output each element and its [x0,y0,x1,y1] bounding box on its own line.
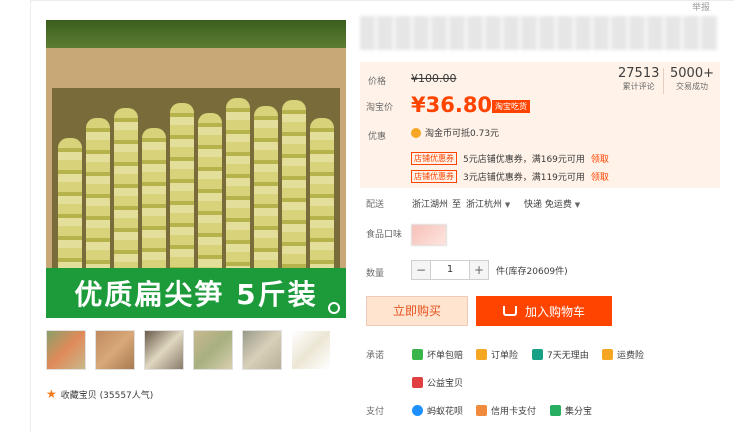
bamboo-shoot [86,118,110,288]
main-product-image[interactable]: 优质扁尖笋 5斤装 [46,20,346,318]
star-icon: ★ [46,387,57,401]
bamboo-shoot [198,113,222,288]
chevron-down-icon: ▼ [504,201,511,209]
bamboo-shoot [58,138,82,288]
jifenbao-icon [550,405,561,416]
bamboo-shoot [226,98,250,288]
thumbnail[interactable] [193,330,233,370]
thumbnail[interactable] [95,330,135,370]
shipping-insurance-icon [602,349,613,360]
shield-icon [412,349,423,360]
stat-divider [663,68,664,94]
banner-text: 优质扁尖笋 5斤装 [74,278,318,311]
coin-icon [411,127,421,138]
price-tag-badge: 淘宝吃货 [492,100,530,113]
chevron-down-icon: ▼ [574,201,581,209]
quantity-stepper: − 1 + [411,260,489,280]
cart-icon [502,306,517,316]
thumbnail[interactable] [144,330,184,370]
report-link[interactable]: 举报 [692,0,710,13]
delivery-destination[interactable]: 浙江杭州 ▼ [466,197,510,210]
zoom-icon[interactable] [328,302,340,314]
taobao-price-label: 淘宝价 [366,103,394,113]
reviews-count: 27513 [618,66,660,81]
favorite-label: 收藏宝贝 (35557人气) [60,390,154,401]
product-banner: 优质扁尖笋 5斤装 [46,268,346,318]
coupon-row: 店铺优惠券 3元店铺优惠券，满119元可用 领取 [411,170,609,183]
claim-coupon-link[interactable]: 领取 [591,152,609,165]
reviews-label: 累计评论 [622,82,655,91]
promise-item[interactable]: 公益宝贝 [412,376,463,389]
order-insurance-icon [476,349,487,360]
promise-label: 承诺 [366,351,385,361]
product-title-blurred [360,16,718,50]
bamboo-shoot [254,106,278,288]
payment-label: 支付 [366,407,385,417]
coin-discount: 淘金币可抵 0.73元 [411,126,499,139]
deals-stat: 5000+ 交易成功 [670,66,714,92]
delivery-to-word: 至 [452,200,462,210]
huabei-icon [412,405,423,416]
bamboo-shoot [170,103,194,288]
buy-now-button[interactable]: 立即购买 [366,296,468,326]
charity-icon [412,377,423,388]
thumbnail[interactable] [46,330,86,370]
coupon-text: 3元店铺优惠券，满119元可用 [463,173,585,183]
flavor-option[interactable] [411,224,447,246]
deals-label: 交易成功 [675,82,708,91]
discount-label: 优惠 [368,132,387,142]
increase-button[interactable]: + [469,260,489,280]
price-label: 价格 [368,77,387,87]
coupon-text: 5元店铺优惠券，满169元可用 [463,155,585,165]
flavor-label: 食品口味 [366,230,403,240]
favorite-link[interactable]: ★ 收藏宝贝 (35557人气) [46,387,153,401]
stock-info: 件(库存20609件) [496,267,568,277]
promise-item[interactable]: 坏单包赔 [412,348,463,361]
decrease-button[interactable]: − [411,260,431,280]
deals-count: 5000+ [670,66,714,81]
coupon-tag: 店铺优惠券 [411,152,457,165]
bamboo-shoot [310,118,334,288]
current-price: ¥36.80 [411,93,493,117]
add-to-cart-button[interactable]: 加入购物车 [476,296,612,326]
frame-top-border [30,0,734,1]
thumbnail[interactable] [242,330,282,370]
delivery-service[interactable]: 快递 免运费 ▼ [524,197,580,210]
seven-day-icon [532,349,543,360]
frame-left-border [30,0,31,432]
coupon-tag: 店铺优惠券 [411,170,457,183]
credit-card-icon [476,405,487,416]
reviews-stat[interactable]: 27513 累计评论 [618,66,659,92]
payment-item[interactable]: 信用卡支付 [476,404,536,417]
add-to-cart-label: 加入购物车 [524,304,585,319]
claim-coupon-link[interactable]: 领取 [591,170,609,183]
thumbnail[interactable] [291,330,331,370]
quantity-label: 数量 [366,269,385,279]
quantity-input[interactable]: 1 [431,260,469,280]
thumbnail-strip [46,330,331,370]
payment-item[interactable]: 集分宝 [550,404,592,417]
original-price: ¥100.00 [411,72,457,85]
promise-item[interactable]: 订单险 [476,348,518,361]
bamboo-shoot [282,100,306,288]
promise-item[interactable]: 7天无理由 [532,348,589,361]
payment-item[interactable]: 蚂蚁花呗 [412,404,463,417]
delivery-origin: 浙江湖州 [412,200,449,210]
delivery-label: 配送 [366,200,385,210]
coin-value: 0.73元 [470,129,500,139]
promise-item[interactable]: 运费险 [602,348,644,361]
coin-text: 淘金币可抵 [425,129,471,139]
coupon-row: 店铺优惠券 5元店铺优惠券，满169元可用 领取 [411,152,609,165]
bamboo-shoot [114,108,138,288]
price-panel: 价格 ¥100.00 淘宝价 ¥36.80 淘宝吃货 27513 累计评论 50… [360,62,720,188]
bamboo-shoot [142,128,166,288]
